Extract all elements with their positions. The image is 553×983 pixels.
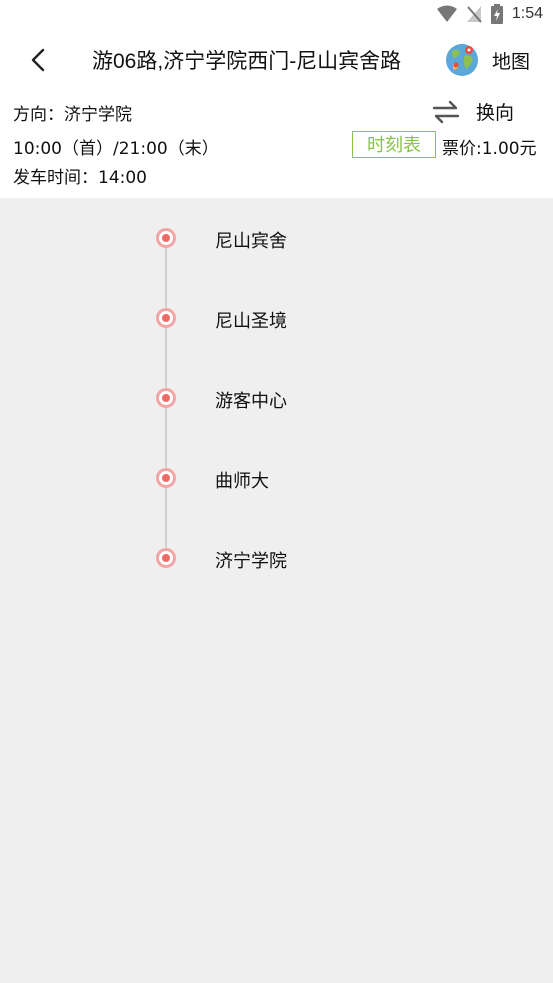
map-button[interactable]: 地图 (444, 42, 530, 78)
direction-text: 方向：济宁学院 (13, 105, 132, 125)
stop-item[interactable]: 济宁学院 (0, 538, 553, 578)
stop-name: 游客中心 (215, 391, 287, 412)
stop-name: 曲师大 (215, 471, 269, 492)
status-icons: 1:54 (436, 4, 543, 24)
signal-off-icon (466, 6, 482, 23)
swap-label: 换向 (476, 102, 515, 124)
stop-list: 尼山宾舍 尼山圣境 游客中心 曲师大 济宁学院 (0, 198, 553, 983)
status-time: 1:54 (511, 5, 543, 22)
app-bar: 游06路,济宁学院西门-尼山宾舍路 地图 (0, 32, 553, 88)
depart-time-text: 发车时间：14:00 (13, 168, 147, 188)
stop-item[interactable]: 尼山宾舍 (0, 218, 553, 258)
back-arrow-icon[interactable] (26, 46, 54, 74)
page-title: 游06路,济宁学院西门-尼山宾舍路 (92, 50, 402, 73)
globe-map-icon (446, 44, 478, 76)
stop-name: 尼山圣境 (215, 311, 287, 332)
service-hours-text: 10:00（首）/21:00（末） (13, 139, 219, 159)
stop-marker-icon (156, 468, 176, 488)
stop-name: 尼山宾舍 (215, 231, 287, 252)
timetable-button[interactable]: 时刻表 (352, 131, 436, 158)
stop-item[interactable]: 游客中心 (0, 378, 553, 418)
fare-text: 票价:1.00元 (442, 139, 537, 159)
stop-item[interactable]: 尼山圣境 (0, 298, 553, 338)
wifi-icon (436, 5, 457, 22)
stop-item[interactable]: 曲师大 (0, 458, 553, 498)
status-bar: 1:54 (0, 0, 553, 32)
stop-name: 济宁学院 (215, 551, 287, 572)
stop-marker-icon (156, 308, 176, 328)
swap-direction-button[interactable]: 换向 (432, 98, 514, 125)
stop-marker-icon (156, 388, 176, 408)
route-info-panel: 方向：济宁学院 换向 10:00（首）/21:00（末） 时刻表 票价:1.00… (0, 88, 553, 198)
stop-marker-icon (156, 228, 176, 248)
map-label: 地图 (492, 50, 531, 73)
battery-charging-icon (490, 4, 503, 24)
stop-marker-icon (156, 548, 176, 568)
swap-arrows-icon (432, 100, 460, 123)
